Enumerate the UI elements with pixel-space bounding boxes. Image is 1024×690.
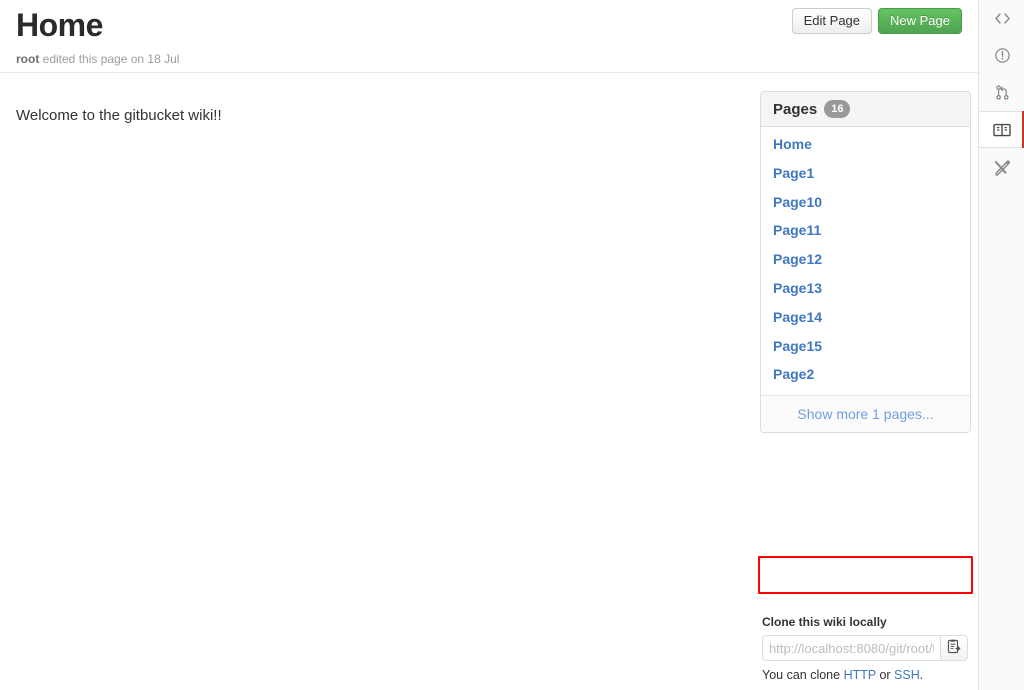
page-header: Home root edited this page on 18 Jul Edi… bbox=[16, 0, 962, 72]
wiki-content-body: Welcome to the gitbucket wiki!! bbox=[16, 107, 222, 124]
clone-http-link[interactable]: HTTP bbox=[844, 668, 876, 682]
clone-input-group bbox=[762, 635, 968, 661]
pages-panel-header: Pages 16 bbox=[761, 92, 970, 127]
page-link-page2[interactable]: Page2 bbox=[761, 363, 970, 392]
pages-panel-title: Pages bbox=[773, 100, 818, 118]
header-divider bbox=[0, 72, 978, 73]
list-item: Page13 bbox=[761, 277, 970, 306]
clone-help-middle: or bbox=[875, 668, 895, 682]
list-item: Page12 bbox=[761, 248, 970, 277]
wiki-page: Home root edited this page on 18 Jul Edi… bbox=[0, 0, 1024, 690]
pull-request-icon[interactable] bbox=[979, 74, 1024, 111]
list-item: Page14 bbox=[761, 306, 970, 335]
show-more-row: Show more 1 pages... bbox=[761, 395, 970, 432]
page-edited-text: edited this page on 18 Jul bbox=[39, 52, 180, 66]
list-item: Page11 bbox=[761, 219, 970, 248]
list-item: Page2 bbox=[761, 363, 970, 392]
page-link-page11[interactable]: Page11 bbox=[761, 219, 970, 248]
page-link-page15[interactable]: Page15 bbox=[761, 335, 970, 364]
clone-help-prefix: You can clone bbox=[762, 668, 844, 682]
page-link-page10[interactable]: Page10 bbox=[761, 191, 970, 220]
header-actions: Edit Page New Page bbox=[791, 8, 962, 34]
page-link-page1[interactable]: Page1 bbox=[761, 162, 970, 191]
code-icon[interactable] bbox=[979, 0, 1024, 37]
show-more-pages-link[interactable]: Show more 1 pages... bbox=[761, 396, 970, 432]
clone-help-suffix: . bbox=[919, 668, 924, 682]
page-link-page14[interactable]: Page14 bbox=[761, 306, 970, 335]
copy-to-clipboard-button[interactable] bbox=[940, 635, 968, 661]
issues-icon[interactable] bbox=[979, 37, 1024, 74]
tools-icon[interactable] bbox=[979, 148, 1024, 185]
page-link-page13[interactable]: Page13 bbox=[761, 277, 970, 306]
pages-list: Home Page1 Page10 Page11 Page12 Page13 P… bbox=[761, 127, 970, 395]
page-link-home[interactable]: Home bbox=[761, 133, 970, 162]
pages-panel: Pages 16 Home Page1 Page10 Page11 Page12… bbox=[760, 91, 971, 433]
pages-count-badge: 16 bbox=[824, 100, 851, 118]
wiki-book-icon[interactable] bbox=[979, 111, 1024, 148]
clipboard-copy-icon bbox=[947, 639, 961, 657]
page-link-page12[interactable]: Page12 bbox=[761, 248, 970, 277]
page-author: root bbox=[16, 52, 40, 66]
page-subtitle: root edited this page on 18 Jul bbox=[16, 44, 962, 66]
edit-page-button[interactable]: Edit Page bbox=[791, 8, 873, 34]
clone-help-text: You can clone HTTP or SSH. bbox=[762, 667, 976, 683]
repository-icon-rail bbox=[978, 0, 1024, 690]
list-item: Page1 bbox=[761, 162, 970, 191]
list-item: Home bbox=[761, 133, 970, 162]
clone-section-label: Clone this wiki locally bbox=[762, 615, 887, 629]
list-item: Page15 bbox=[761, 335, 970, 364]
clone-url-input[interactable] bbox=[762, 635, 940, 661]
clone-wiki-section: Clone this wiki locally You can clone HT bbox=[762, 614, 976, 683]
clone-ssh-link[interactable]: SSH bbox=[894, 668, 920, 682]
new-page-button[interactable]: New Page bbox=[878, 8, 962, 34]
list-item: Page10 bbox=[761, 191, 970, 220]
